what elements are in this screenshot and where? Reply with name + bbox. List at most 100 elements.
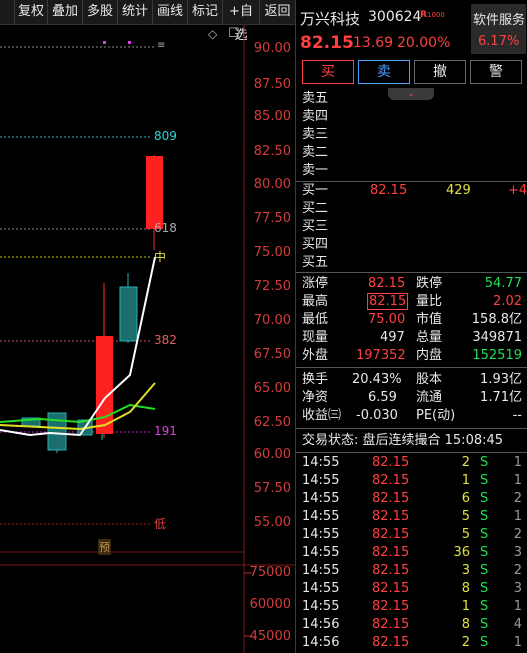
price-change: 13.69 — [353, 35, 394, 51]
tick-volume: 5 — [461, 527, 470, 542]
ask-row-5[interactable]: 卖五 — [296, 90, 527, 108]
ask-label: 卖四 — [302, 109, 329, 124]
bid-delta: +4 — [508, 183, 527, 198]
tick-row: 14:55 82.15 5 S 2 — [296, 526, 527, 544]
tick-price: 82.15 — [372, 491, 410, 506]
tick-count: 3 — [513, 581, 522, 596]
trade-status: 交易状态: 盘后连续撮合 15:08:45 — [296, 432, 527, 450]
float-value: 1.71亿 — [480, 390, 522, 405]
tick-volume: 2 — [461, 455, 470, 470]
toolbar-fuquan-button[interactable]: 复权 — [15, 0, 48, 24]
toolbar-add-watchlist-button[interactable]: +自选 — [223, 0, 260, 43]
stock-tag: R — [420, 10, 427, 20]
tick-side: S — [480, 635, 489, 650]
tick-count: 1 — [513, 599, 522, 614]
sector-change: 6.17% — [478, 34, 520, 49]
candle-early-2 — [47, 412, 67, 451]
volume-axis: 75000 60000 45000 — [244, 565, 295, 653]
ticks-divider — [296, 452, 527, 453]
limit-up-label: 涨停 — [302, 276, 329, 291]
tick-price: 82.15 — [372, 509, 410, 524]
total-vol-label: 总量 — [416, 330, 443, 345]
top-dot — [128, 41, 131, 44]
price-tick: 82.50 — [253, 144, 291, 159]
tick-time: 14:55 — [302, 545, 340, 560]
pe-value: -- — [512, 408, 522, 423]
ask-row-2[interactable]: 卖二 — [296, 144, 527, 162]
sell-button[interactable]: 卖 — [358, 60, 410, 84]
tick-row: 14:55 82.15 36 S 3 — [296, 544, 527, 562]
tick-count: 3 — [513, 545, 522, 560]
cancel-order-button[interactable]: 撤 — [414, 60, 466, 84]
tick-price: 82.15 — [372, 527, 410, 542]
bid-row-1[interactable]: 买一 82.15 429 +4 — [296, 182, 527, 200]
limit-down-label: 跌停 — [416, 276, 443, 291]
alert-button[interactable]: 警 — [470, 60, 522, 84]
bid-row-3[interactable]: 买三 — [296, 218, 527, 236]
tick-price: 82.15 — [372, 455, 410, 470]
bid-row-4[interactable]: 买四 — [296, 236, 527, 254]
tick-time: 14:55 — [302, 581, 340, 596]
level-191-label: 191 — [154, 424, 177, 438]
bid-row-2[interactable]: 买二 — [296, 200, 527, 218]
level-809-label: 809 — [154, 129, 177, 143]
sector-box[interactable]: 软件服务 6.17% — [471, 4, 526, 54]
square-icon[interactable]: ☐ — [228, 26, 240, 41]
price-axis: 90.00 87.50 85.00 82.50 80.00 77.50 75.0… — [244, 25, 295, 565]
volume-tick: 75000 — [249, 565, 291, 580]
turnover-label: 换手 — [302, 372, 329, 387]
diamond-icon[interactable]: ◇ — [208, 27, 217, 41]
toolbar-multi-stock-button[interactable]: 多股 — [83, 0, 118, 24]
outer-label: 外盘 — [302, 348, 329, 363]
price-tick: 85.00 — [253, 109, 291, 124]
tick-price: 82.15 — [372, 545, 410, 560]
inner-label: 内盘 — [416, 348, 443, 363]
toolbar-stats-button[interactable]: 统计 — [118, 0, 153, 24]
ask-row-1[interactable]: 卖一 — [296, 162, 527, 180]
price-change-pct: 20.00% — [397, 35, 451, 51]
toolbar-draw-line-button[interactable]: 画线 — [153, 0, 188, 24]
stats-row: 最低 75.00 市值 158.8亿 — [296, 311, 527, 329]
forecast-badge: 预 — [98, 539, 111, 555]
limit-up-value: 82.15 — [368, 276, 406, 291]
tick-time: 14:55 — [302, 509, 340, 524]
ask-row-3[interactable]: 卖三 — [296, 126, 527, 144]
bid-label: 买四 — [302, 237, 329, 252]
price-tick: 57.50 — [253, 481, 291, 496]
tick-count: 2 — [513, 563, 522, 578]
tick-volume: 2 — [461, 635, 470, 650]
ask-label: 卖五 — [302, 91, 329, 106]
price-tick: 67.50 — [253, 347, 291, 362]
tick-row: 14:55 82.15 5 S 1 — [296, 508, 527, 526]
total-vol-value: 349871 — [472, 330, 522, 345]
status-divider — [296, 428, 527, 429]
level-618-label: 618 — [154, 221, 177, 235]
ask-row-4[interactable]: 卖四 — [296, 108, 527, 126]
toolbar-mark-button[interactable]: 标记 — [188, 0, 223, 24]
tick-price: 82.15 — [372, 473, 410, 488]
vol-ratio-label: 量比 — [416, 294, 443, 309]
tick-volume: 8 — [461, 581, 470, 596]
toolbar-overlay-button[interactable]: 叠加 — [48, 0, 83, 24]
vol-ratio-value: 2.02 — [493, 294, 522, 309]
price-tick: 72.50 — [253, 279, 291, 294]
tick-row: 14:55 82.15 6 S 2 — [296, 490, 527, 508]
price-tick: 60.00 — [253, 447, 291, 462]
tick-volume: 1 — [461, 473, 470, 488]
tick-time: 14:55 — [302, 455, 340, 470]
tick-time: 14:56 — [302, 635, 340, 650]
sector-name: 软件服务 — [473, 13, 526, 28]
kline-chart[interactable]: ◇ ☐ ≡ 809 618 中 382 191 低 预 90.00 87.50 … — [0, 25, 295, 653]
toolbar-back-button[interactable]: 返回 — [260, 0, 295, 24]
trade-status-text: 交易状态: 盘后连续撮合 15:08:45 — [302, 433, 504, 448]
tick-side: S — [480, 563, 489, 578]
buy-button[interactable]: 买 — [302, 60, 354, 84]
tick-count: 1 — [513, 473, 522, 488]
tick-list[interactable]: 14:55 82.15 2 S 1 14:55 82.15 1 S 1 14:55 82.15 6 S 2 1… — [296, 454, 527, 653]
bid-row-5[interactable]: 买五 — [296, 254, 527, 272]
candle-down-1 — [119, 286, 138, 342]
stats-divider-2 — [296, 367, 527, 368]
ask-label: 卖三 — [302, 127, 329, 142]
tick-side: S — [480, 617, 489, 632]
tick-row: 14:55 82.15 8 S 3 — [296, 580, 527, 598]
